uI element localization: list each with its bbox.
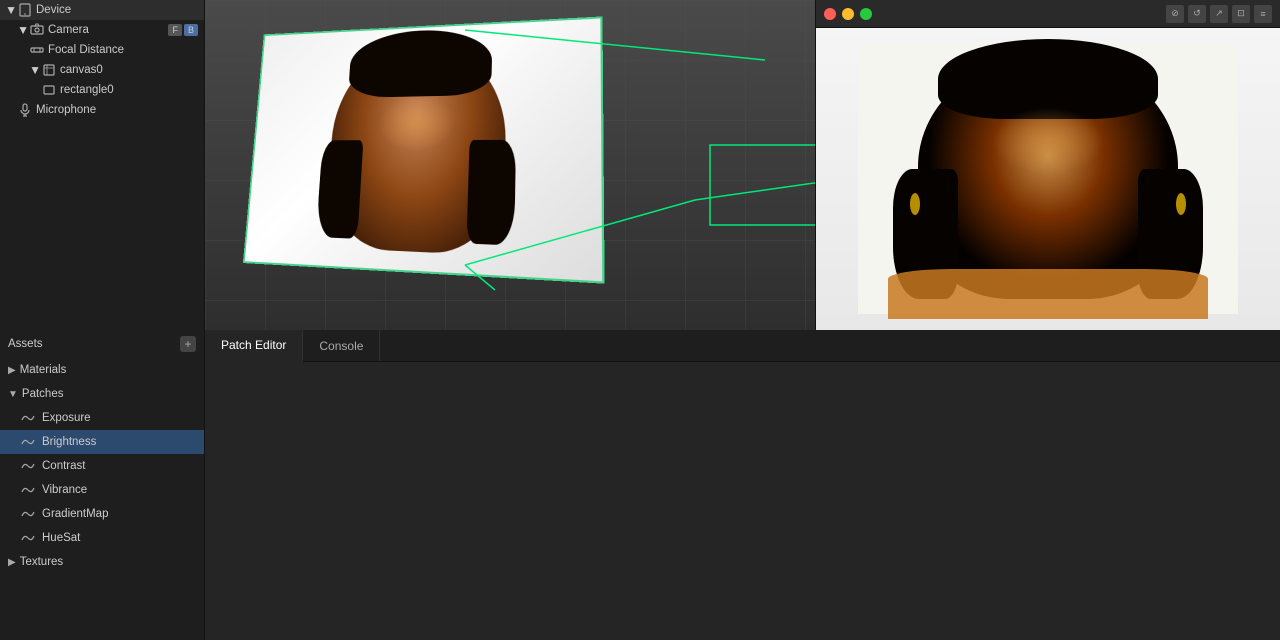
tree-item-camera[interactable]: ▼ Camera F B: [0, 20, 204, 40]
preview-content: [816, 28, 1280, 330]
huesat-patch-icon: [20, 530, 36, 546]
preview-icon-2[interactable]: ↺: [1188, 5, 1206, 23]
patch-item-contrast[interactable]: Contrast: [0, 454, 204, 478]
vibrance-patch-icon: [20, 482, 36, 498]
patch-item-exposure[interactable]: Exposure: [0, 406, 204, 430]
canvas-label: canvas0: [60, 64, 103, 76]
assets-panel: Assets + ▶ Materials ▼ Patches Exposure …: [0, 330, 205, 640]
gradientmap-patch-icon: [20, 506, 36, 522]
tab-bar: Patch Editor Console: [205, 330, 1280, 362]
canvas-arrow: ▼: [30, 65, 40, 75]
materials-section-header[interactable]: ▶ Materials: [0, 358, 204, 382]
tree-item-microphone[interactable]: Microphone: [0, 100, 204, 120]
badge-b: B: [184, 24, 198, 36]
rectangle-icon: [42, 83, 56, 97]
traffic-light-yellow[interactable]: [842, 8, 854, 20]
device-arrow: ▼: [6, 5, 16, 15]
brightness-label: Brightness: [42, 436, 96, 448]
contrast-label: Contrast: [42, 460, 85, 472]
camera-badges: F B: [168, 24, 198, 36]
add-asset-button[interactable]: +: [180, 336, 196, 352]
patch-item-brightness[interactable]: Brightness: [0, 430, 204, 454]
preview-titlebar: ⊘ ↺ ↗ ⊡ ≡: [816, 0, 1280, 28]
materials-title: Materials: [20, 364, 67, 376]
camera-plane: [243, 16, 605, 283]
right-preview-panel: ⊘ ↺ ↗ ⊡ ≡: [815, 0, 1280, 330]
patches-title: Patches: [22, 388, 64, 400]
preview-toolbar-icons: ⊘ ↺ ↗ ⊡ ≡: [1166, 5, 1272, 23]
textures-section-header[interactable]: ▶ Textures: [0, 550, 204, 574]
exposure-patch-icon: [20, 410, 36, 426]
microphone-icon: [18, 103, 32, 117]
materials-arrow: ▶: [8, 365, 16, 376]
device-label: Device: [36, 4, 71, 16]
patch-item-gradientmap[interactable]: GradientMap: [0, 502, 204, 526]
patches-section-header[interactable]: ▼ Patches: [0, 382, 204, 406]
assets-title: Assets: [8, 338, 43, 350]
tree-item-canvas[interactable]: ▼ canvas0: [0, 60, 204, 80]
preview-person: [816, 28, 1280, 330]
assets-header[interactable]: Assets +: [0, 330, 204, 358]
tree-item-device[interactable]: ▼ Device: [0, 0, 204, 20]
huesat-label: HueSat: [42, 532, 80, 544]
rectangle-label: rectangle0: [60, 84, 114, 96]
traffic-light-green[interactable]: [860, 8, 872, 20]
microphone-label: Microphone: [36, 104, 96, 116]
camera-icon: [30, 23, 44, 37]
contrast-patch-icon: [20, 458, 36, 474]
main-viewport[interactable]: [205, 0, 815, 330]
gradientmap-label: GradientMap: [42, 508, 108, 520]
vibrance-label: Vibrance: [42, 484, 87, 496]
preview-icon-4[interactable]: ⊡: [1232, 5, 1250, 23]
tab-patch-editor[interactable]: Patch Editor: [205, 330, 303, 362]
camera-label: Camera: [48, 24, 89, 36]
canvas-icon: [42, 63, 56, 77]
tree-item-rectangle[interactable]: rectangle0: [0, 80, 204, 100]
badge-f: F: [168, 24, 182, 36]
exposure-label: Exposure: [42, 412, 91, 424]
camera-arrow: ▼: [18, 25, 28, 35]
preview-icon-3[interactable]: ↗: [1210, 5, 1228, 23]
patch-item-vibrance[interactable]: Vibrance: [0, 478, 204, 502]
focal-distance-icon: [30, 43, 44, 57]
patch-connections-svg: [205, 362, 1280, 640]
left-tree-panel: ▼ Device ▼ Camera F B Focal Distance: [0, 0, 205, 330]
patch-editor-main: Patch Editor Console: [205, 330, 1280, 640]
patches-arrow: ▼: [8, 389, 18, 400]
device-icon: [18, 3, 32, 17]
patch-canvas[interactable]: CameraTexture RGBA RGB A: [205, 362, 1280, 640]
focal-distance-label: Focal Distance: [48, 44, 124, 56]
tab-console[interactable]: Console: [303, 330, 380, 361]
tree-item-focal-distance[interactable]: Focal Distance: [0, 40, 204, 60]
patch-item-huesat[interactable]: HueSat: [0, 526, 204, 550]
preview-icon-5[interactable]: ≡: [1254, 5, 1272, 23]
textures-arrow: ▶: [8, 557, 16, 568]
traffic-light-red[interactable]: [824, 8, 836, 20]
brightness-patch-icon: [20, 434, 36, 450]
textures-title: Textures: [20, 556, 63, 568]
preview-icon-1[interactable]: ⊘: [1166, 5, 1184, 23]
